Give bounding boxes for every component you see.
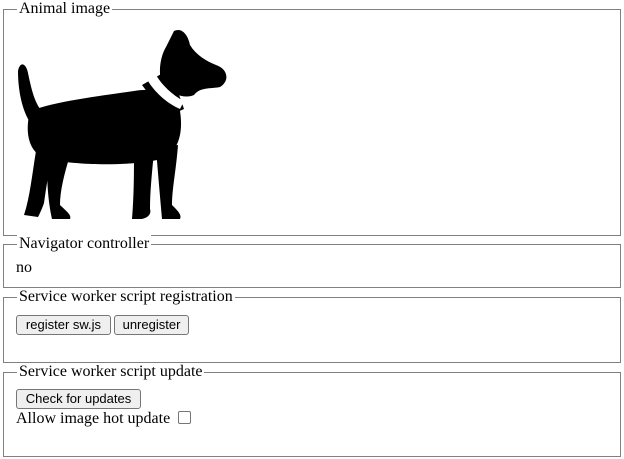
dog-image xyxy=(18,29,227,219)
hot-update-label: Allow image hot update xyxy=(16,410,171,427)
unregister-button[interactable]: unregister xyxy=(114,315,189,335)
controller-status-value: no xyxy=(16,259,32,276)
check-for-updates-button[interactable]: Check for updates xyxy=(16,389,141,409)
animal-image-fieldset: Animal image xyxy=(3,0,621,236)
registration-fieldset: Service worker script registration regis… xyxy=(3,288,621,363)
hot-update-checkbox[interactable] xyxy=(178,410,192,424)
update-legend: Service worker script update xyxy=(17,363,205,381)
register-button[interactable]: register sw.js xyxy=(16,315,111,335)
navigator-controller-legend: Navigator controller xyxy=(17,235,152,253)
registration-legend: Service worker script registration xyxy=(17,288,235,306)
animal-image-legend: Animal image xyxy=(17,0,113,18)
update-fieldset: Service worker script update Check for u… xyxy=(3,363,621,457)
navigator-controller-fieldset: Navigator controller no xyxy=(3,235,621,288)
hot-update-row: Allow image hot update xyxy=(16,410,192,428)
